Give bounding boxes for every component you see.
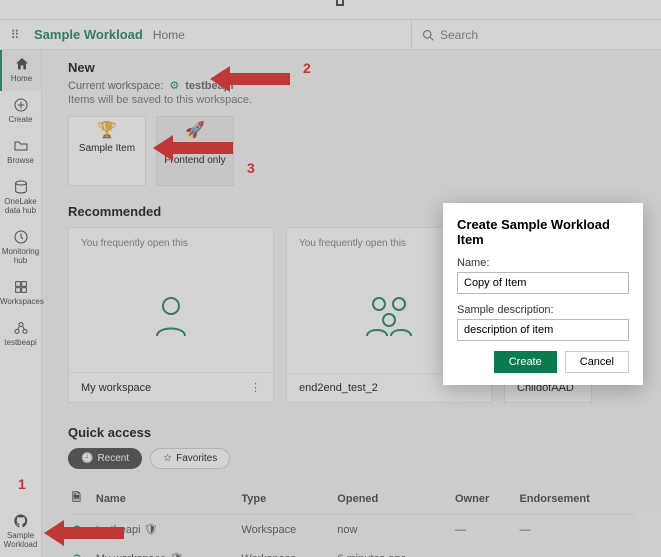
pill-label: Recent (97, 453, 129, 464)
shield-icon: 🛡 (169, 553, 183, 557)
cell-type: Workspace (237, 544, 333, 557)
pill-label: Favorites (176, 453, 217, 464)
cell-name: testbeapi 🛡 (92, 515, 238, 545)
new-title: New (68, 60, 635, 75)
recommended-card[interactable]: You frequently open this My workspace ⋮ (68, 227, 274, 403)
cell-owner: — (451, 544, 515, 557)
rail-onelake[interactable]: OneLake data hub (0, 173, 41, 223)
cell-endorsement: — (515, 544, 635, 557)
desc-label: Sample description: (457, 304, 629, 316)
rail-label: Monitoring hub (2, 247, 39, 265)
tile-sample-item[interactable]: 🏆 Sample Item (68, 116, 146, 186)
workspace-icon: ⚙ (72, 524, 82, 536)
workspace-icon: ⚙ (72, 553, 82, 557)
table-row[interactable]: ⚙ My workspace 🛡 Workspace 6 minutes ago… (68, 544, 635, 557)
current-ws-label: Current workspace: (68, 80, 163, 92)
rail-github[interactable]: Sample Workload (0, 507, 41, 557)
home-icon (14, 56, 30, 72)
shield-icon: 🛡 (144, 524, 158, 536)
card-hint: You frequently open this (69, 228, 273, 259)
current-workspace-row: Current workspace: ⚙ testbeapi (68, 79, 635, 92)
name-input[interactable] (457, 272, 629, 294)
col-owner[interactable]: Owner (451, 483, 515, 515)
rail-label: testbeapi (4, 338, 36, 347)
card-footer: end2end_test_2 (299, 382, 378, 394)
rail-label: OneLake data hub (4, 197, 36, 215)
tile-sample-item-frontend[interactable]: 🚀 Sample Item - Frontend only (156, 116, 234, 186)
desc-input[interactable] (457, 319, 629, 341)
rail-testbeapi[interactable]: testbeapi (0, 314, 41, 355)
col-opened[interactable]: Opened (333, 483, 451, 515)
current-ws-name: testbeapi (185, 80, 233, 92)
rail-label: Sample Workload (4, 531, 38, 549)
modal-title: Create Sample Workload Item (457, 217, 629, 247)
save-note: Items will be saved to this workspace. (68, 94, 635, 106)
workspace-icon: ⚙ (169, 79, 179, 92)
favorites-pill[interactable]: ☆ Favorites (150, 448, 230, 469)
rail-monitoring[interactable]: Monitoring hub (0, 223, 41, 273)
search-icon (422, 29, 434, 41)
rail-workspaces[interactable]: Workspaces (0, 273, 41, 314)
quick-access-table: 🗎 Name Type Opened Owner Endorsement ⚙ t… (68, 483, 635, 557)
trophy-icon: 🏆 (73, 125, 141, 137)
cell-opened: now (333, 515, 451, 545)
github-icon (13, 513, 29, 529)
person-icon (153, 294, 189, 338)
card-footer: My workspace (81, 382, 151, 394)
rail-label: Browse (7, 156, 34, 165)
cancel-button[interactable]: Cancel (565, 351, 629, 373)
create-item-modal: Create Sample Workload Item Name: Sample… (443, 203, 643, 385)
cell-owner: — (451, 515, 515, 545)
cell-endorsement: — (515, 515, 635, 545)
data-hub-icon (13, 179, 29, 195)
col-icon: 🗎 (68, 483, 92, 515)
col-type[interactable]: Type (237, 483, 333, 515)
quick-access-section: Quick access 🕘 Recent ☆ Favorites 🗎 Name… (68, 425, 635, 557)
rail-home[interactable]: Home (0, 50, 41, 91)
resize-handle-icon (336, 0, 344, 6)
create-button[interactable]: Create (494, 351, 557, 373)
rocket-icon: 🚀 (161, 125, 229, 137)
new-tiles: 🏆 Sample Item 🚀 Sample Item - Frontend o… (68, 116, 635, 186)
breadcrumb[interactable]: Home (153, 28, 185, 42)
workspace-item-icon (13, 320, 29, 336)
app-launcher-icon[interactable]: ⠿ (0, 28, 30, 42)
recent-pill[interactable]: 🕘 Recent (68, 448, 142, 469)
plus-circle-icon (13, 97, 29, 113)
cell-type: Workspace (237, 515, 333, 545)
col-endorsement[interactable]: Endorsement (515, 483, 635, 515)
search-input[interactable] (440, 28, 640, 42)
app-header: ⠿ Sample Workload Home (0, 20, 661, 50)
rail-create[interactable]: Create (0, 91, 41, 132)
left-rail: Home Create Browse OneLake data hub Moni… (0, 50, 42, 557)
rail-label: Workspaces (0, 297, 44, 306)
tile-label: Sample Item - Frontend only (161, 143, 229, 167)
more-icon[interactable]: ⋮ (250, 381, 261, 394)
cell-opened: 6 minutes ago (333, 544, 451, 557)
cell-name: My workspace 🛡 (92, 544, 238, 557)
workspaces-icon (13, 279, 29, 295)
star-icon: ☆ (163, 453, 172, 464)
monitor-icon (13, 229, 29, 245)
rail-browse[interactable]: Browse (0, 132, 41, 173)
people-icon (361, 294, 417, 338)
rail-label: Home (11, 74, 32, 83)
table-row[interactable]: ⚙ testbeapi 🛡 Workspace now — — (68, 515, 635, 545)
name-label: Name: (457, 257, 629, 269)
window-titlebar (0, 0, 661, 20)
col-name[interactable]: Name (92, 483, 238, 515)
quick-access-title: Quick access (68, 425, 635, 440)
tile-label: Sample Item (73, 143, 141, 155)
rail-label: Create (8, 115, 32, 124)
clock-icon: 🕘 (81, 453, 93, 464)
folder-icon (13, 138, 29, 154)
app-title: Sample Workload (34, 27, 143, 42)
search-box[interactable] (411, 20, 661, 49)
